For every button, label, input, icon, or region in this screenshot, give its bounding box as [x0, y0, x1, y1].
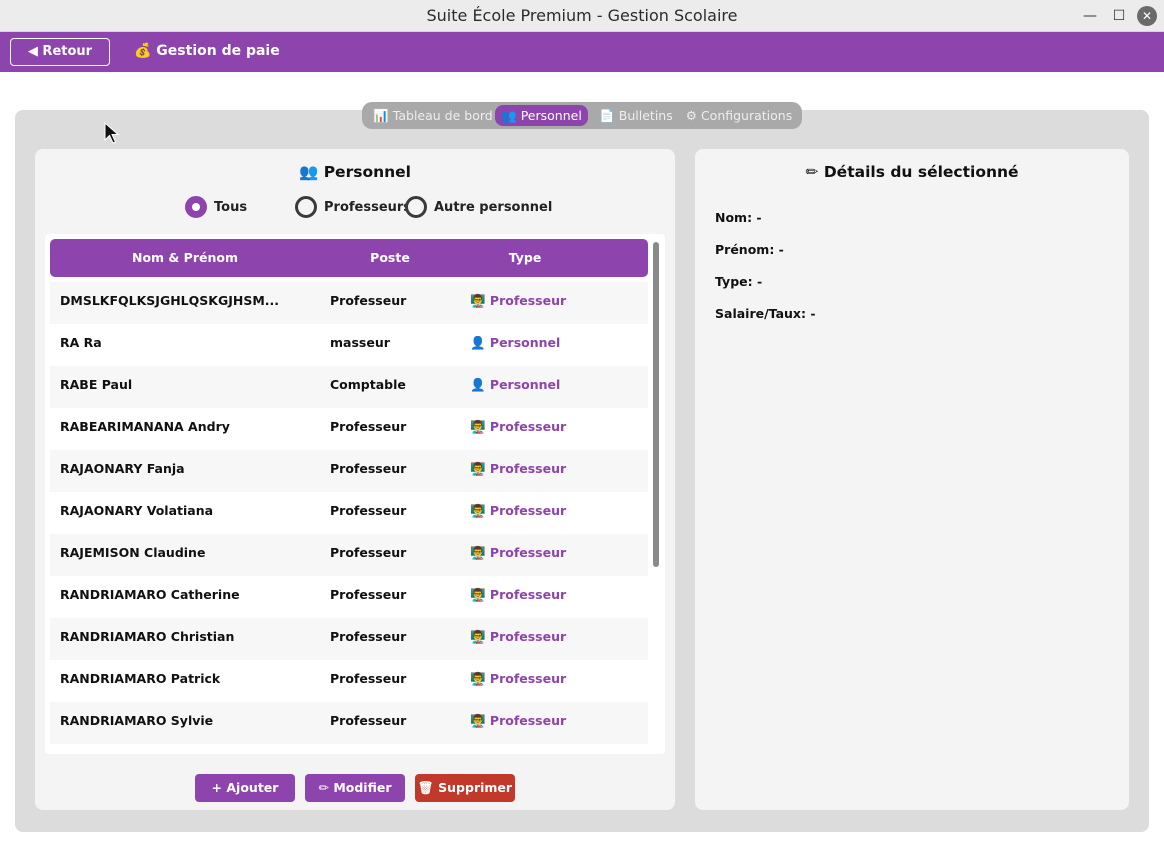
cell-poste: Professeur — [330, 713, 407, 728]
cell-name: RANDRIAMARO Sylvie — [60, 713, 214, 728]
table-row[interactable]: RANDRIAMARO Christian Professeur 👨‍🏫 Profe… — [50, 618, 648, 660]
cell-name: RABEARIMANANA Andry — [60, 419, 230, 434]
column-header-poste[interactable]: Poste — [330, 239, 450, 277]
maximize-icon[interactable]: ☐ — [1109, 6, 1129, 26]
cell-type: 👤 Personnel — [470, 335, 561, 350]
cell-poste: Professeur — [330, 545, 407, 560]
table-body: DMSLKFQLKSJGHLQSKGJHSM... Professeur 👨‍🏫 P… — [50, 282, 648, 744]
cell-poste: Professeur — [330, 461, 407, 476]
table-header: Nom & Prénom Poste Type — [50, 239, 648, 277]
cell-poste: Professeur — [330, 629, 407, 644]
table-row[interactable]: RABE Paul Comptable 👤 Personnel — [50, 366, 648, 408]
cell-poste: masseur — [330, 335, 390, 350]
cell-type: 👨‍🏫 Professeur — [470, 461, 567, 476]
cell-type: 👨‍🏫 Professeur — [470, 545, 567, 560]
tab-personnel[interactable]: 👥 Personnel — [495, 105, 588, 126]
app-header: ◀ Retour 💰 Gestion de paie — [0, 32, 1164, 72]
cell-name: RAJEMISON Claudine — [60, 545, 206, 560]
window-title: Suite École Premium - Gestion Scolaire — [426, 6, 738, 25]
tab-configurations[interactable]: ⚙ Configurations — [684, 105, 794, 126]
cell-type: 👨‍🏫 Professeur — [470, 503, 567, 518]
personnel-filter: Tous Professeurs Autre personnel — [35, 195, 675, 219]
cell-name: RAJAONARY Volatiana — [60, 503, 214, 518]
filter-tous-label: Tous — [214, 199, 248, 215]
table-scrollbar[interactable] — [653, 242, 659, 567]
cell-poste: Comptable — [330, 377, 406, 392]
page-title: 💰 Gestion de paie — [134, 43, 280, 59]
column-header-type[interactable]: Type — [470, 239, 580, 277]
tab-bulletins[interactable]: 📄 Bulletins — [598, 105, 674, 126]
details-card: ✏ Détails du sélectionné Nom: - Prénom: … — [695, 149, 1129, 810]
cell-poste: Professeur — [330, 587, 407, 602]
cell-poste: Professeur — [330, 293, 407, 308]
table-row[interactable]: RAJEMISON Claudine Professeur 👨‍🏫 Professe… — [50, 534, 648, 576]
detail-type: Type: - — [715, 274, 763, 289]
cell-name: RANDRIAMARO Christian — [60, 629, 235, 644]
filter-autre-radio[interactable]: Autre personnel — [405, 195, 552, 219]
filter-autre-label: Autre personnel — [434, 199, 553, 215]
table-row[interactable]: RABEARIMANANA Andry Professeur 👨‍🏫 Profess… — [50, 408, 648, 450]
filter-tous-radio[interactable]: Tous — [185, 195, 247, 219]
personnel-table: Nom & Prénom Poste Type DMSLKFQLKSJGHLQS… — [45, 234, 665, 754]
cell-poste: Professeur — [330, 671, 407, 686]
minimize-icon[interactable]: — — [1080, 6, 1100, 26]
cell-name: RABE Paul — [60, 377, 133, 392]
tab-tableau-de-bord[interactable]: 📊 Tableau de bord — [370, 105, 496, 126]
mouse-cursor-icon — [104, 122, 120, 144]
cell-name: RANDRIAMARO Catherine — [60, 587, 240, 602]
personnel-title: 👥 Personnel — [299, 163, 411, 181]
cell-poste: Professeur — [330, 419, 407, 434]
detail-salaire: Salaire/Taux: - — [715, 306, 816, 321]
edit-button[interactable]: ✏ Modifier — [305, 774, 405, 802]
cell-type: 👨‍🏫 Professeur — [470, 629, 567, 644]
table-row[interactable]: RANDRIAMARO Sylvie Professeur 👨‍🏫 Professe… — [50, 702, 648, 744]
add-button[interactable]: + Ajouter — [195, 774, 295, 802]
cell-type: 👨‍🏫 Professeur — [470, 293, 567, 308]
cell-name: RANDRIAMARO Patrick — [60, 671, 221, 686]
radio-unchecked-icon — [295, 196, 317, 218]
cell-name: RAJAONARY Fanja — [60, 461, 185, 476]
close-icon[interactable]: ✕ — [1137, 6, 1157, 26]
tab-bar: 📊 Tableau de bord 👥 Personnel 📄 Bulletin… — [362, 102, 802, 129]
cell-type: 👨‍🏫 Professeur — [470, 671, 567, 686]
cell-name: DMSLKFQLKSJGHLQSKGJHSM... — [60, 293, 280, 308]
detail-nom: Nom: - — [715, 210, 762, 225]
table-row[interactable]: RANDRIAMARO Catherine Professeur 👨‍🏫 Profe… — [50, 576, 648, 618]
window-titlebar: Suite École Premium - Gestion Scolaire —… — [0, 0, 1164, 32]
personnel-actions: + Ajouter ✏ Modifier 🗑 Supprimer — [35, 774, 675, 802]
table-row[interactable]: RAJAONARY Volatiana Professeur 👨‍🏫 Profess… — [50, 492, 648, 534]
cell-type: 👨‍🏫 Professeur — [470, 713, 567, 728]
detail-prenom: Prénom: - — [715, 242, 784, 257]
table-row[interactable]: RA Ra masseur 👤 Personnel — [50, 324, 648, 366]
radio-checked-icon — [185, 196, 207, 218]
personnel-card: 👥 Personnel Tous Professeurs Autre perso… — [35, 149, 675, 810]
details-title: ✏ Détails du sélectionné — [805, 163, 1019, 181]
back-button[interactable]: ◀ Retour — [10, 38, 110, 66]
filter-professeurs-radio[interactable]: Professeurs — [295, 195, 411, 219]
cell-name: RA Ra — [60, 335, 102, 350]
cell-poste: Professeur — [330, 503, 407, 518]
cell-type: 👨‍🏫 Professeur — [470, 587, 567, 602]
radio-unchecked-icon — [405, 196, 427, 218]
table-row[interactable]: RAJAONARY Fanja Professeur 👨‍🏫 Professeur — [50, 450, 648, 492]
column-header-nom[interactable]: Nom & Prénom — [50, 239, 320, 277]
table-row[interactable]: RANDRIAMARO Patrick Professeur 👨‍🏫 Profess… — [50, 660, 648, 702]
cell-type: 👨‍🏫 Professeur — [470, 419, 567, 434]
filter-professeurs-label: Professeurs — [324, 199, 412, 215]
cell-type: 👤 Personnel — [470, 377, 561, 392]
delete-button[interactable]: 🗑 Supprimer — [415, 774, 515, 802]
table-row[interactable]: DMSLKFQLKSJGHLQSKGJHSM... Professeur 👨‍🏫 P… — [50, 282, 648, 324]
